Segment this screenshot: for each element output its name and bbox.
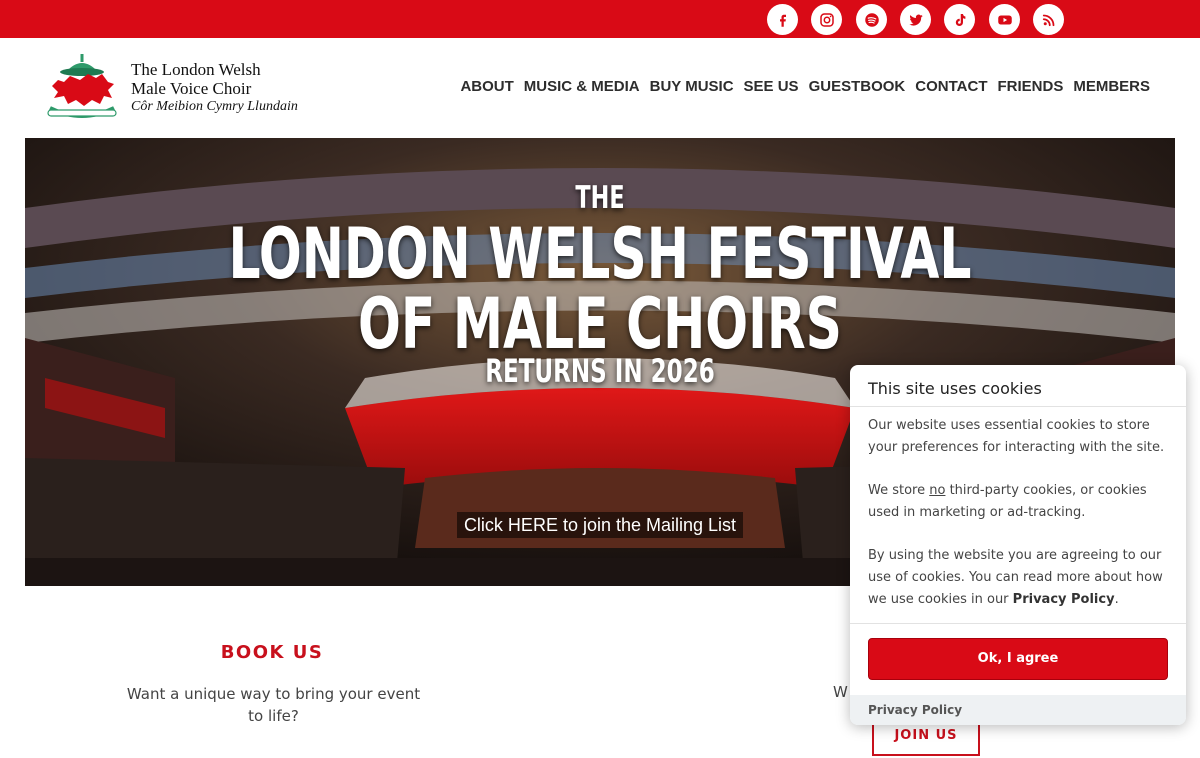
twitter-icon[interactable] [900, 4, 931, 35]
cookie-privacy-inline-link[interactable]: Privacy Policy [1013, 592, 1115, 607]
rss-icon[interactable] [1033, 4, 1064, 35]
cookie-p2-start: We store [868, 483, 930, 498]
mailing-list-link[interactable]: Click HERE to join the Mailing List [457, 512, 743, 538]
logo-line-1: The London Welsh [131, 60, 261, 79]
logo-line-2: Male Voice Choir [131, 79, 252, 98]
cookie-paragraph-3: By using the website you are agreeing to… [868, 545, 1168, 611]
cookie-body: Our website uses essential cookies to st… [868, 415, 1168, 632]
cookie-p2-no: no [929, 483, 946, 498]
nav-friends[interactable]: FRIENDS [997, 78, 1063, 95]
cookie-agree-button[interactable]: Ok, I agree [868, 638, 1168, 680]
cookie-privacy-policy-link[interactable]: Privacy Policy [868, 703, 962, 717]
logo-line-3: Côr Meibion Cymry Llundain [131, 99, 298, 114]
nav-buy-music[interactable]: BUY MUSIC [650, 78, 734, 95]
join-us-text-partial: W [833, 683, 848, 701]
cookie-title: This site uses cookies [868, 379, 1042, 398]
cookie-divider-2 [850, 623, 1186, 624]
youtube-icon[interactable] [989, 4, 1020, 35]
cookie-paragraph-1: Our website uses essential cookies to st… [868, 418, 1165, 455]
nav-about[interactable]: ABOUT [460, 78, 513, 95]
tiktok-icon[interactable] [944, 4, 975, 35]
nav-contact[interactable]: CONTACT [915, 78, 987, 95]
hero-the: THE [575, 180, 625, 216]
hero-title-line-1: LONDON WELSH FESTIVAL [228, 213, 972, 295]
nav-guestbook[interactable]: GUESTBOOK [809, 78, 906, 95]
cookie-p3-end: . [1114, 592, 1119, 607]
book-us-heading: BOOK US [220, 642, 324, 663]
spotify-icon[interactable] [856, 4, 887, 35]
cookie-divider [850, 406, 1186, 407]
main-nav: ABOUT MUSIC & MEDIA BUY MUSIC SEE US GUE… [460, 78, 1150, 95]
book-us-text: Want a unique way to bring your event to… [126, 685, 421, 725]
nav-music-media[interactable]: MUSIC & MEDIA [524, 78, 640, 95]
social-bar [0, 0, 1200, 38]
nav-see-us[interactable]: SEE US [744, 78, 799, 95]
choir-logo-text[interactable]: The London Welsh Male Voice Choir Côr Me… [131, 60, 298, 116]
instagram-icon[interactable] [811, 4, 842, 35]
facebook-icon[interactable] [767, 4, 798, 35]
nav-members[interactable]: MEMBERS [1073, 78, 1150, 95]
cookie-footer: Privacy Policy [850, 695, 1186, 725]
choir-logo-emblem[interactable] [44, 52, 120, 124]
cookie-consent-dialog: This site uses cookies Our website uses … [850, 365, 1186, 725]
cookie-paragraph-2: We store no third-party cookies, or cook… [868, 480, 1168, 524]
